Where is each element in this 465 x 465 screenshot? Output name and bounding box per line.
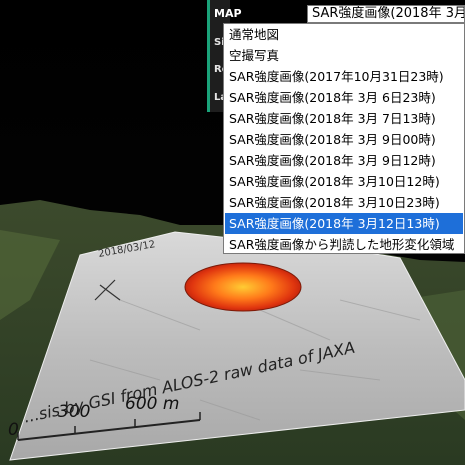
option-sar-20180309-12[interactable]: SAR強度画像(2018年 3月 9日12時) bbox=[225, 150, 463, 171]
option-terrain-change[interactable]: SAR強度画像から判読した地形変化領域 bbox=[225, 234, 463, 255]
option-sar-20180312[interactable]: SAR強度画像(2018年 3月12日13時) bbox=[225, 213, 463, 234]
option-sar-20180310-23[interactable]: SAR強度画像(2018年 3月10日23時) bbox=[225, 192, 463, 213]
option-aerial-photo[interactable]: 空撮写真 bbox=[225, 45, 463, 66]
map-layer-select[interactable]: SAR強度画像(2018年 3月12日13時) bbox=[307, 5, 465, 23]
option-sar-20180310-12[interactable]: SAR強度画像(2018年 3月10日12時) bbox=[225, 171, 463, 192]
scale-label-0: 0 bbox=[8, 420, 19, 440]
option-sar-20180309-00[interactable]: SAR強度画像(2018年 3月 9日00時) bbox=[225, 129, 463, 150]
option-sar-20180307[interactable]: SAR強度画像(2018年 3月 7日13時) bbox=[225, 108, 463, 129]
option-standard-map[interactable]: 通常地図 bbox=[225, 24, 463, 45]
map-label: MAP bbox=[214, 7, 242, 20]
map-layer-dropdown[interactable]: 通常地図 空撮写真 SAR強度画像(2017年10月31日23時) SAR強度画… bbox=[223, 23, 465, 254]
option-sar-20171031[interactable]: SAR強度画像(2017年10月31日23時) bbox=[225, 66, 463, 87]
option-sar-20180306[interactable]: SAR強度画像(2018年 3月 6日23時) bbox=[225, 87, 463, 108]
